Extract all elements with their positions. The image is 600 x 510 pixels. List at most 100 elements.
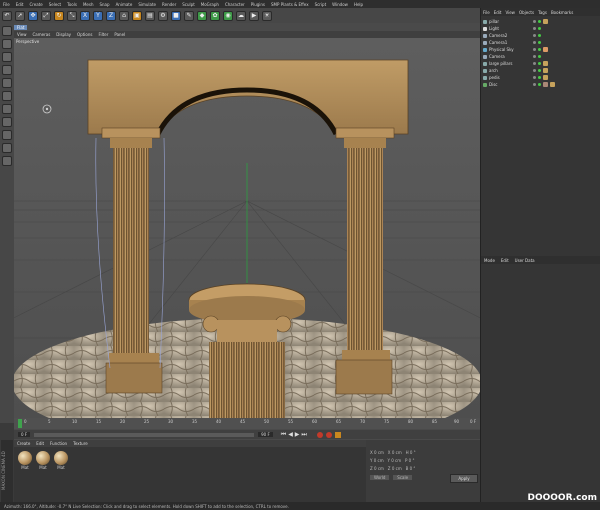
object-row-pillar[interactable]: pillar bbox=[483, 18, 499, 25]
attr-menu-user-data[interactable]: User Data bbox=[512, 258, 538, 263]
texture-tag-icon[interactable] bbox=[543, 75, 548, 80]
menu-item-smp[interactable]: SMP Plants & Effex bbox=[268, 2, 312, 7]
object-row-physical-sky[interactable]: Physical Sky bbox=[483, 46, 514, 53]
menu-item-simulate[interactable]: Simulate bbox=[135, 2, 159, 7]
scale-mode-select[interactable]: Scale bbox=[393, 475, 413, 480]
sky-tag-icon[interactable] bbox=[543, 47, 548, 52]
axis-z-icon[interactable]: Z bbox=[106, 10, 116, 21]
coord-mode-select[interactable]: World bbox=[370, 475, 390, 480]
om-menu-tags[interactable]: Tags bbox=[536, 10, 549, 15]
axis-y-icon[interactable]: Y bbox=[93, 10, 103, 21]
mat-menu-create[interactable]: Create bbox=[14, 441, 33, 446]
autokey-icon[interactable] bbox=[325, 431, 332, 438]
snap-icon[interactable] bbox=[2, 143, 12, 153]
vp-menu-display[interactable]: Display bbox=[53, 32, 74, 37]
menu-item-mograph[interactable]: MoGraph bbox=[198, 2, 222, 7]
environment-icon[interactable]: ☁ bbox=[236, 10, 246, 21]
visibility-dot-icon[interactable] bbox=[533, 83, 536, 86]
playhead[interactable] bbox=[18, 419, 22, 428]
render-view-icon[interactable]: ▣ bbox=[132, 10, 142, 21]
om-menu-view[interactable]: View bbox=[503, 10, 517, 15]
visibility-dot-icon[interactable] bbox=[533, 41, 536, 44]
start-frame-field[interactable]: 0 F bbox=[18, 432, 31, 437]
deformer-icon[interactable]: ◉ bbox=[223, 10, 233, 21]
mat-menu-function[interactable]: Function bbox=[47, 441, 70, 446]
attr-menu-edit[interactable]: Edit bbox=[498, 258, 512, 263]
om-menu-file[interactable]: File bbox=[481, 10, 492, 15]
tweak-icon[interactable] bbox=[2, 130, 12, 140]
texture-tag-icon[interactable] bbox=[543, 68, 548, 73]
end-frame-field[interactable]: 90 F bbox=[258, 432, 273, 437]
workplane-icon[interactable] bbox=[2, 65, 12, 75]
mat-menu-edit[interactable]: Edit bbox=[33, 441, 47, 446]
pos-y-field[interactable]: 0 cm bbox=[374, 458, 384, 463]
menu-item-plugins[interactable]: Plugins bbox=[248, 2, 268, 7]
om-menu-bookmarks[interactable]: Bookmarks bbox=[549, 10, 575, 15]
rot-p-field[interactable]: 0 ° bbox=[409, 458, 415, 463]
model-mode-icon[interactable] bbox=[2, 39, 12, 49]
polygons-mode-icon[interactable] bbox=[2, 104, 12, 114]
vp-menu-options[interactable]: Options bbox=[74, 32, 95, 37]
object-row-pedis[interactable]: pedis bbox=[483, 74, 500, 81]
viewport[interactable]: Perspective bbox=[14, 38, 480, 418]
attr-menu-mode[interactable]: Mode bbox=[481, 258, 498, 263]
keyframe-selection-icon[interactable] bbox=[334, 431, 341, 438]
rot-h-field[interactable]: 0 ° bbox=[410, 450, 416, 455]
enabled-check-icon[interactable] bbox=[538, 55, 541, 58]
pos-z-field[interactable]: 0 cm bbox=[374, 466, 384, 471]
visibility-dot-icon[interactable] bbox=[533, 62, 536, 65]
cube-icon[interactable]: ■ bbox=[171, 10, 181, 21]
playback-controls-icon[interactable]: ⏮◀▶⏭ bbox=[281, 431, 309, 439]
enabled-check-icon[interactable] bbox=[538, 83, 541, 86]
visibility-dot-icon[interactable] bbox=[533, 76, 536, 79]
om-menu-objects[interactable]: Objects bbox=[517, 10, 536, 15]
record-icon[interactable] bbox=[316, 431, 323, 438]
visibility-dot-icon[interactable] bbox=[533, 69, 536, 72]
size-y-field[interactable]: 0 cm bbox=[391, 458, 401, 463]
vp-menu-filter[interactable]: Filter bbox=[95, 32, 111, 37]
menu-item-tools[interactable]: Tools bbox=[64, 2, 80, 7]
enabled-check-icon[interactable] bbox=[538, 48, 541, 51]
visibility-dot-icon[interactable] bbox=[533, 27, 536, 30]
menu-item-window[interactable]: Window bbox=[329, 2, 351, 7]
menu-item-select[interactable]: Select bbox=[46, 2, 64, 7]
texture-tag-icon[interactable] bbox=[543, 19, 548, 24]
points-mode-icon[interactable] bbox=[2, 78, 12, 88]
vp-menu-panel[interactable]: Panel bbox=[111, 32, 128, 37]
subdivision-icon[interactable]: ◆ bbox=[197, 10, 207, 21]
enabled-check-icon[interactable] bbox=[538, 27, 541, 30]
recent-tool-icon[interactable]: ⤡ bbox=[67, 10, 77, 21]
apply-button[interactable]: Apply bbox=[450, 474, 478, 483]
om-menu-edit[interactable]: Edit bbox=[492, 10, 504, 15]
texture-tag-icon[interactable] bbox=[543, 61, 548, 66]
menu-item-help[interactable]: Help bbox=[351, 2, 366, 7]
rotate-tool-icon[interactable]: ↻ bbox=[54, 10, 64, 21]
axis-x-icon[interactable]: X bbox=[80, 10, 90, 21]
size-x-field[interactable]: 0 cm bbox=[392, 450, 402, 455]
menu-item-snap[interactable]: Snap bbox=[96, 2, 112, 7]
render-picture-icon[interactable]: ▤ bbox=[145, 10, 155, 21]
material-swatch[interactable]: Mat bbox=[53, 451, 69, 471]
live-selection-icon[interactable]: ➚ bbox=[15, 10, 25, 21]
camera-icon[interactable]: ▶ bbox=[249, 10, 259, 21]
layout-flat-label[interactable]: Flat bbox=[14, 24, 28, 30]
menu-item-edit[interactable]: Edit bbox=[13, 2, 27, 7]
vp-menu-view[interactable]: View bbox=[14, 32, 30, 37]
enabled-check-icon[interactable] bbox=[538, 69, 541, 72]
visibility-dot-icon[interactable] bbox=[533, 55, 536, 58]
menu-item-character[interactable]: Character bbox=[222, 2, 248, 7]
render-settings-icon[interactable]: ⚙ bbox=[158, 10, 168, 21]
light-icon[interactable]: ☀ bbox=[262, 10, 272, 21]
enabled-check-icon[interactable] bbox=[538, 34, 541, 37]
menu-item-render[interactable]: Render bbox=[159, 2, 179, 7]
texture-tag-icon[interactable] bbox=[543, 82, 548, 87]
vp-menu-cameras[interactable]: Cameras bbox=[30, 32, 54, 37]
object-row-camera1[interactable]: Camera1 bbox=[483, 39, 507, 46]
visibility-dot-icon[interactable] bbox=[533, 34, 536, 37]
menu-item-animate[interactable]: Animate bbox=[113, 2, 136, 7]
visibility-dot-icon[interactable] bbox=[533, 20, 536, 23]
mat-menu-texture[interactable]: Texture bbox=[70, 441, 91, 446]
material-swatch[interactable]: Mat bbox=[17, 451, 33, 471]
material-swatch[interactable]: Mat bbox=[35, 451, 51, 471]
menu-item-mesh[interactable]: Mesh bbox=[80, 2, 97, 7]
